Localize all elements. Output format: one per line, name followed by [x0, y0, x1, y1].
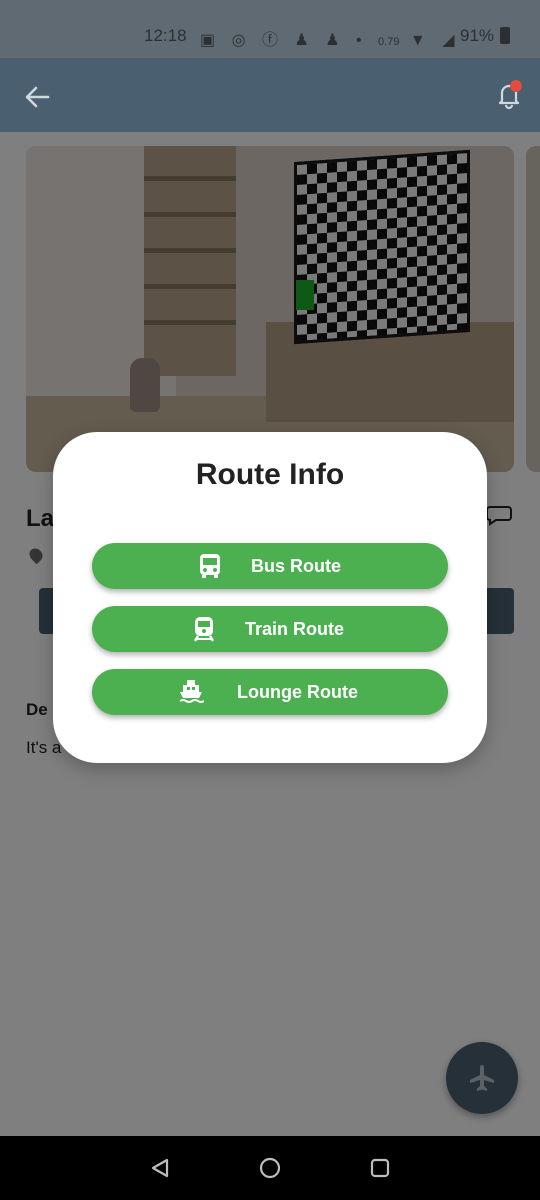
- home-circle-icon[interactable]: [259, 1157, 281, 1179]
- status-time: 12:18: [144, 26, 187, 45]
- battery-percent: 91%: [460, 26, 495, 45]
- status-bar: 12:18 ▣ ◎ ⓕ ♟ ♟ • 0.79 ▼ ◢ 91%: [0, 0, 540, 58]
- arrow-left-icon[interactable]: [22, 82, 52, 112]
- bus-route-button[interactable]: Bus Route: [92, 543, 448, 589]
- recents-square-icon[interactable]: [370, 1158, 390, 1178]
- ship-icon: [179, 680, 204, 703]
- status-icons: ▣ ◎ ⓕ ♟ ♟ • 0.79 ▼ ◢: [200, 32, 461, 49]
- dialog-title: Route Info: [195, 458, 345, 491]
- lounge-route-button[interactable]: Lounge Route: [92, 669, 448, 715]
- bus-route-label: Bus Route: [251, 556, 341, 576]
- back-triangle-icon[interactable]: [149, 1157, 171, 1179]
- bus-icon: [200, 554, 220, 578]
- train-route-button[interactable]: Train Route: [92, 606, 448, 652]
- notification-badge: [510, 80, 522, 92]
- train-route-label: Train Route: [245, 619, 345, 639]
- battery-icon: [500, 27, 510, 44]
- app-bar: [0, 58, 540, 132]
- data-speed: 0.79: [378, 36, 400, 48]
- lounge-route-label: Lounge Route: [237, 682, 358, 702]
- train-icon: [193, 617, 215, 642]
